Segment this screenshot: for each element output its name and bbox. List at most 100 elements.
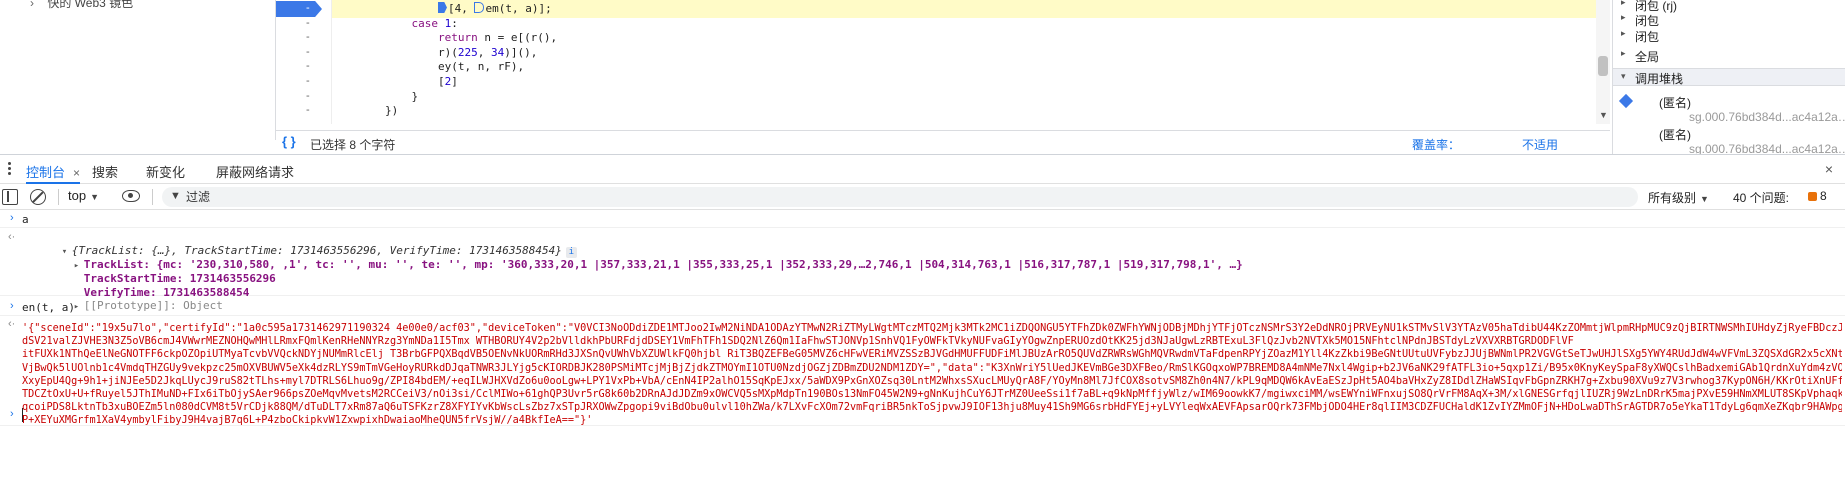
code-token: ]: [451, 75, 458, 88]
scroll-down-icon[interactable]: ▼: [1599, 110, 1608, 120]
scrollbar-thumb[interactable]: [1598, 56, 1608, 76]
call-frame[interactable]: (匿名) sg.000.76bd384d...ac4a12a…: [1613, 92, 1845, 128]
code-token: }: [411, 89, 419, 103]
coverage-label: 覆盖率：: [1411, 138, 1460, 152]
console-output[interactable]: › a ‹· ▾ {TrackList: {…}, TrackStartTime:…: [0, 210, 1845, 497]
code-token: n = e[(r(),: [484, 31, 558, 45]
toolbar-divider: [152, 189, 153, 205]
live-expression-eye-icon[interactable]: [122, 190, 140, 202]
string-result-line: itFUXk1NThQeElNeGNOTFF6ckpOZOpiUTMyaTcvb…: [22, 349, 1842, 361]
more-tabs-icon[interactable]: [8, 162, 12, 176]
return-value-icon: ‹·: [8, 318, 16, 330]
tab-whats-new[interactable]: 新变化: [146, 162, 185, 184]
code-token: ,: [477, 45, 491, 59]
triangle-right-icon: ▸: [1621, 12, 1626, 22]
gutter-dash: -: [306, 104, 310, 117]
issue-warning-icon: [1808, 192, 1817, 201]
triangle-right-icon: ▸: [1621, 48, 1626, 58]
triangle-right-icon: ▸: [1621, 0, 1626, 7]
code-token: r)(: [437, 45, 458, 59]
string-result-line: VjBwQk5lUOlnb1c4VmdqTHZGUy9vekpzc25mOXVB…: [22, 362, 1842, 374]
editor-status-bar: { } 已选择 8 个字符 覆盖率： 不适用: [276, 130, 1610, 154]
console-prompt[interactable]: ›: [10, 408, 1810, 424]
frame-name: (匿名): [1659, 96, 1691, 110]
editor-scrollbar[interactable]: ▼: [1596, 0, 1610, 124]
code-token: 225: [457, 45, 478, 59]
caret-down-icon: ▼: [90, 192, 99, 202]
tab-console[interactable]: 控制台 ×: [26, 162, 81, 184]
code-token: return: [437, 31, 485, 45]
code-token: :: [451, 16, 458, 30]
console-command: en(t, a): [22, 301, 75, 314]
sidebar-toggle-icon[interactable]: [2, 189, 18, 205]
chevron-right-icon: ›: [30, 0, 34, 10]
call-stack-header[interactable]: ▾ 调用堆栈: [1613, 68, 1845, 86]
sources-editor-region: › 快的 Web3 镜色 -------- [4, em(t, a)]; cas…: [0, 0, 1845, 156]
drawer-tab-bar: 控制台 × 搜索 新变化 屏蔽网络请求 ×: [0, 154, 1845, 184]
code-token: [4,: [447, 2, 475, 15]
call-stack-title: 调用堆栈: [1635, 72, 1684, 86]
gutter-dash: -: [306, 31, 310, 44]
string-result-line: TDCZtOxU+U+fRuyel5JThIMuND+FIx6iTbOjySAe…: [22, 389, 1842, 401]
pretty-print-icon[interactable]: { }: [282, 134, 296, 149]
scope-item[interactable]: ▸ 全局: [1621, 48, 1660, 64]
gutter-dash: -: [306, 75, 310, 87]
scope-item-label: 闭包: [1635, 30, 1660, 44]
frame-name: (匿名): [1659, 128, 1691, 142]
execution-pointer-icon: [437, 2, 447, 13]
filter-input[interactable]: [186, 188, 1586, 206]
log-levels-label: 所有级别: [1648, 191, 1697, 205]
console-input-row: › en(t, a): [0, 298, 1845, 316]
tab-label: 控制台: [26, 165, 66, 180]
code-token: }): [384, 104, 399, 118]
context-selector[interactable]: top ▼: [68, 188, 99, 203]
issue-count: 8: [1820, 189, 1827, 203]
code-token: case: [411, 16, 445, 30]
prompt-icon: ›: [10, 300, 14, 312]
code-editor[interactable]: [4, em(t, a)]; case 1: return n = e[(r()…: [332, 0, 1604, 124]
gutter-dash: -: [306, 2, 310, 14]
string-result-line: '{"sceneId":"19x5u7lo","certifyId":"1a0c…: [22, 323, 1842, 334]
clear-console-icon[interactable]: [30, 189, 46, 205]
inline-breakpoint-icon: [474, 2, 485, 13]
selection-status: 已选择 8 个字符: [310, 138, 396, 152]
scope-item[interactable]: ▸ 闭包: [1621, 12, 1659, 28]
coverage-value[interactable]: 不适用: [1522, 136, 1558, 153]
close-drawer-icon[interactable]: ×: [1825, 161, 1833, 177]
frame-location: sg.000.76bd384d...ac4a12a…: [1689, 110, 1845, 124]
filter-box[interactable]: ▼: [162, 187, 1638, 207]
gutter-dash: -: [306, 60, 310, 73]
code-token: [: [437, 75, 445, 88]
issues-badge[interactable]: 8: [1808, 189, 1827, 203]
triangle-right-icon: ▸: [1621, 28, 1626, 38]
tab-search[interactable]: 搜索: [92, 162, 118, 184]
log-levels-dropdown[interactable]: 所有级别 ▼: [1648, 189, 1709, 206]
prompt-icon: ›: [10, 408, 14, 420]
caret-down-icon: ▼: [1700, 194, 1709, 204]
sources-navigator: › 快的 Web3 镜色: [0, 0, 276, 140]
code-token: ey(t, n, rF),: [437, 60, 525, 74]
gutter-dash: -: [306, 16, 310, 29]
line-gutter[interactable]: --------: [276, 0, 332, 124]
navigator-item-label: 快的 Web3 镜色: [47, 0, 134, 10]
current-frame-arrow-icon: [1618, 93, 1634, 109]
console-result-row[interactable]: ‹· ▾ {TrackList: {…}, TrackStartTime: 173…: [0, 228, 1845, 312]
code-line[interactable]: }): [332, 102, 1604, 120]
close-icon[interactable]: ×: [73, 166, 80, 180]
tab-label: 新变化: [146, 165, 186, 180]
prompt-icon: ›: [10, 212, 14, 224]
string-result-line: XxyEpU4Qg+9h1+jiNJEe5D2JkqLUycJ9ruS82tTL…: [22, 375, 1842, 387]
console-toolbar: top▼ ▼ 所有级别▼ 40 个问题: 8: [0, 184, 1845, 210]
tab-request-blocking[interactable]: 屏蔽网络请求: [216, 162, 294, 184]
console-input-row: › a: [0, 210, 1845, 228]
scope-item-label: 全局: [1635, 50, 1660, 64]
code-token: )](: [504, 45, 525, 59]
gutter-dash: -: [306, 45, 310, 58]
issues-label[interactable]: 40 个问题:: [1733, 189, 1789, 206]
console-command: a: [22, 213, 29, 226]
code-token: 34: [490, 45, 505, 59]
navigator-item[interactable]: › 快的 Web3 镜色: [30, 0, 133, 11]
scope-item[interactable]: ▸ 闭包: [1621, 28, 1660, 44]
gutter-line[interactable]: -: [276, 102, 332, 120]
triangle-down-icon: ▾: [1621, 71, 1626, 81]
